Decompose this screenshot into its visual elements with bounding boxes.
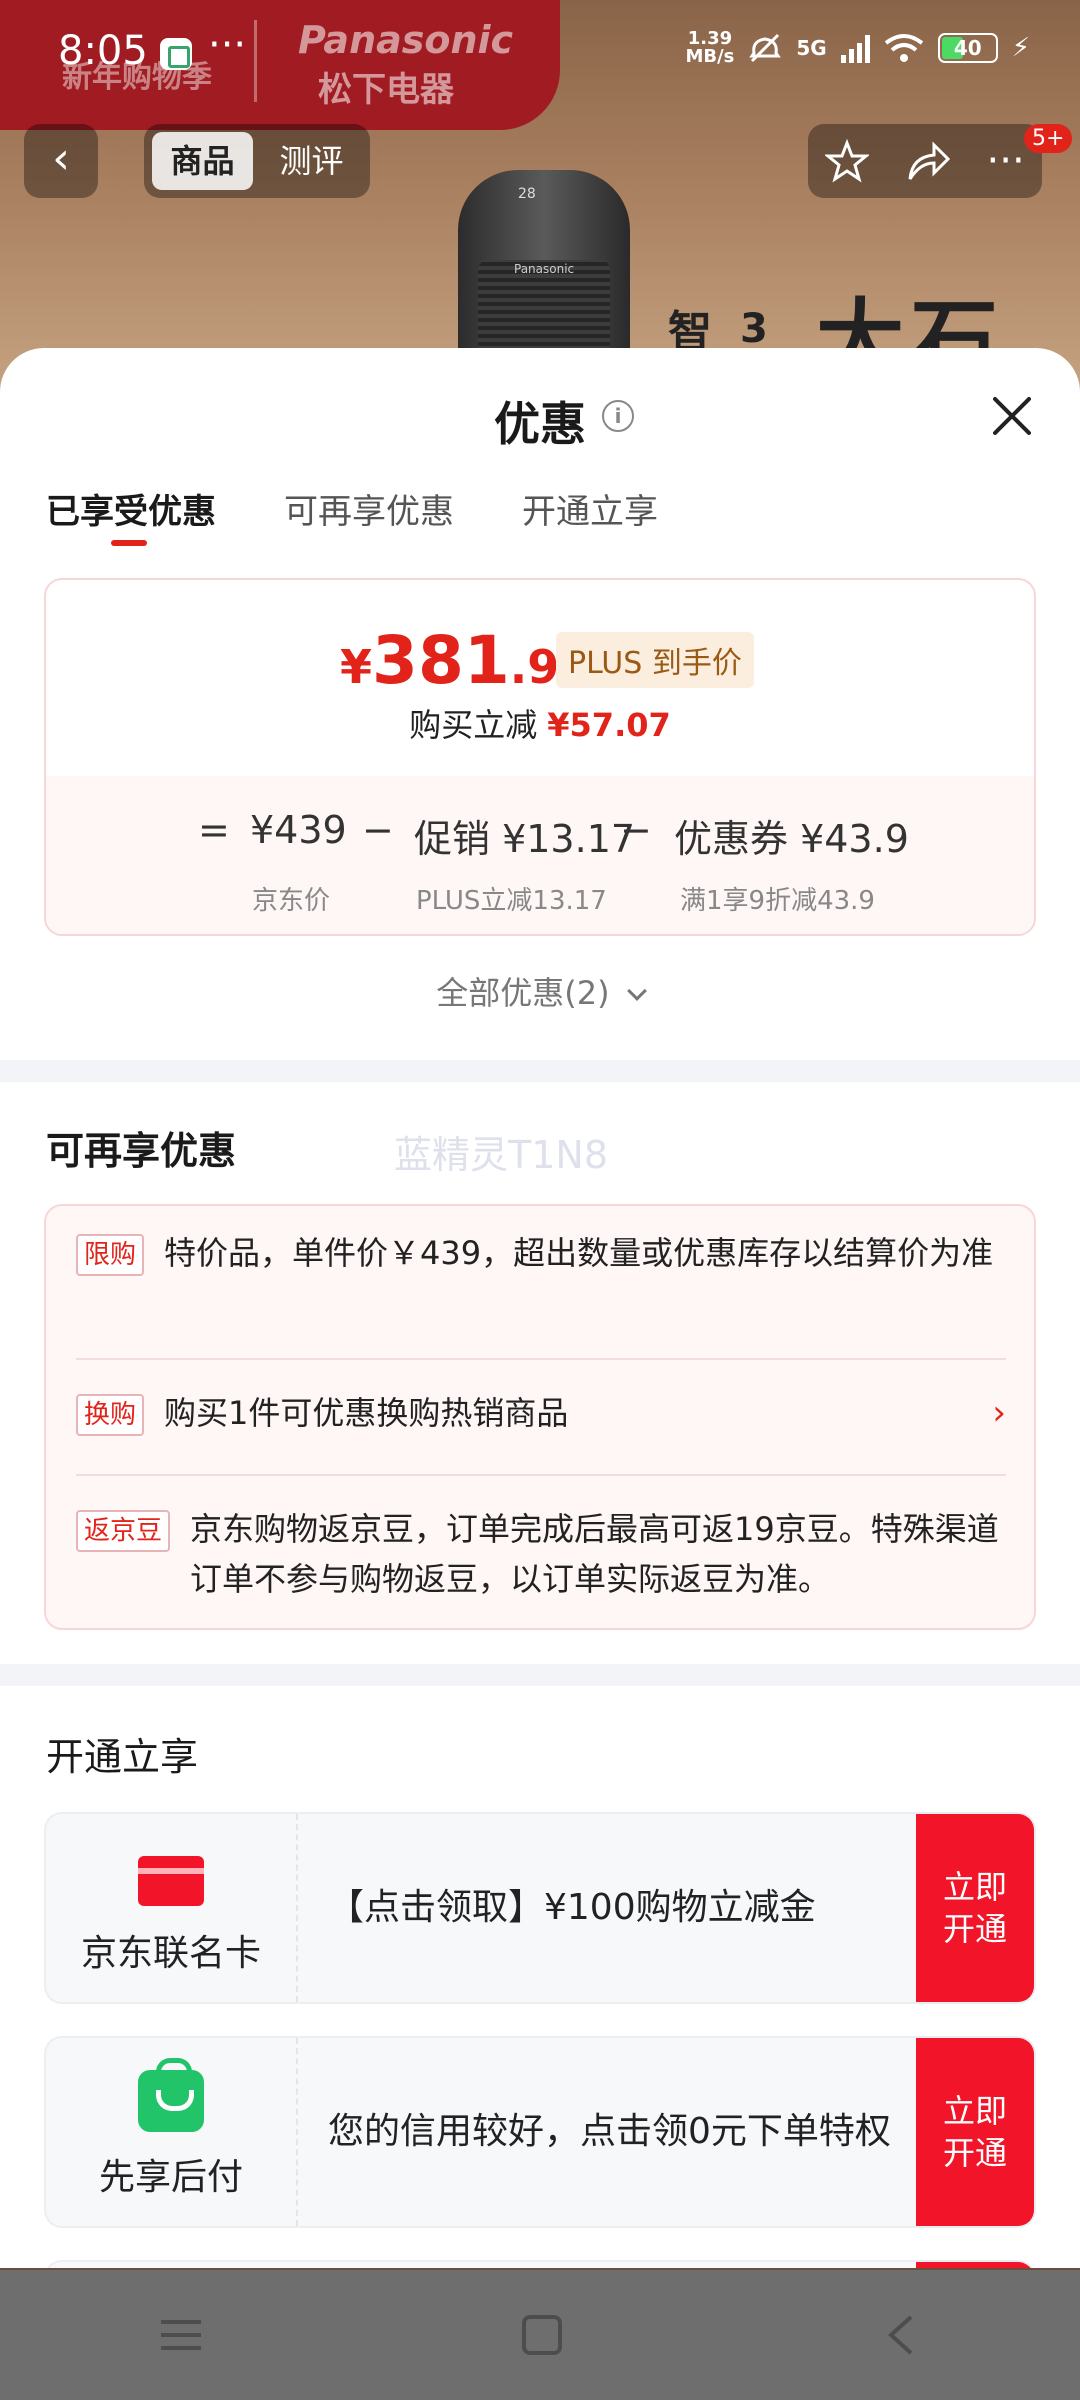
limit-tag: 限购 bbox=[76, 1234, 145, 1276]
product-display: 28 bbox=[518, 186, 536, 202]
tab-more-offers[interactable]: 可再享优惠 bbox=[284, 484, 454, 533]
network-speed: 1.39 MB/s bbox=[685, 28, 735, 67]
brand-name: Panasonic bbox=[298, 18, 514, 62]
banner-text: 3 bbox=[740, 306, 768, 352]
offer-description: 您的信用较好，点击领0元下单特权 bbox=[328, 2111, 891, 2152]
equals-sign: = bbox=[198, 808, 230, 852]
shopping-bag-icon bbox=[138, 2058, 204, 2132]
offer-text: 特价品，单件价￥439，超出数量或优惠库存以结算价为准 bbox=[164, 1234, 994, 1272]
minus-sign: − bbox=[362, 808, 394, 852]
favorite-star-icon[interactable] bbox=[825, 139, 870, 183]
more-notifications-icon: ··· bbox=[208, 22, 247, 68]
chevron-down-icon bbox=[626, 981, 647, 1001]
home-app-icon bbox=[160, 38, 192, 70]
cell-signal-icon bbox=[840, 33, 870, 63]
notification-badge: 5+ bbox=[1024, 124, 1073, 153]
status-indicators: 1.39 MB/s 5G 40 ⚡ bbox=[685, 30, 1030, 66]
item-divider bbox=[76, 1474, 1006, 1476]
minus-sign: − bbox=[620, 808, 652, 852]
plus-price-tag: PLUS 到手价 bbox=[556, 632, 754, 688]
discount-sheet: 优惠 i 已享受优惠 可再享优惠 开通立享 ¥381.93 PLUS 到手价 购… bbox=[0, 348, 1080, 2268]
charging-icon: ⚡ bbox=[1011, 33, 1030, 63]
mute-icon bbox=[749, 33, 782, 63]
final-price: ¥381.93 bbox=[340, 622, 592, 699]
sheet-title: 优惠 bbox=[494, 397, 586, 451]
back-button[interactable]: ‹ bbox=[24, 124, 98, 198]
action-group: ··· bbox=[808, 124, 1042, 198]
signal-type: 5G bbox=[796, 36, 827, 60]
open-now-button[interactable]: 立即开通 bbox=[916, 1814, 1034, 2002]
open-now-button[interactable] bbox=[916, 2262, 1034, 2268]
jd-beans-tag: 返京豆 bbox=[76, 1510, 171, 1552]
card-name: 先享后付 bbox=[98, 2157, 243, 2198]
pay-later-offer[interactable]: 先享后付 您的信用较好，点击领0元下单特权 立即开通 bbox=[44, 2036, 1036, 2228]
battery-icon: 40 bbox=[937, 33, 998, 63]
offer-item-exchange[interactable]: 换购 购买1件可优惠换购热销商品 › bbox=[76, 1388, 1006, 1444]
discount-tabs: 已享受优惠 可再享优惠 开通立享 bbox=[46, 484, 658, 546]
card-brand: 京东联名卡 bbox=[46, 1814, 298, 2002]
jd-price: ¥439 bbox=[250, 808, 347, 852]
open-now-button[interactable]: 立即开通 bbox=[916, 2038, 1034, 2226]
system-navigation-bar bbox=[0, 2270, 1080, 2400]
status-time: 8:05 bbox=[58, 28, 148, 74]
card-name: 京东联名卡 bbox=[80, 1933, 261, 1974]
jd-co-branded-card-offer[interactable]: 京东联名卡 【点击领取】¥100购物立减金 立即开通 bbox=[44, 1812, 1036, 2004]
home-icon[interactable] bbox=[521, 2315, 562, 2355]
more-offers-list: 限购 特价品，单件价￥439，超出数量或优惠库存以结算价为准 换购 购买1件可优… bbox=[44, 1204, 1036, 1630]
offer-item-limit: 限购 特价品，单件价￥439，超出数量或优惠库存以结算价为准 bbox=[76, 1228, 1006, 1328]
item-divider bbox=[76, 1358, 1006, 1360]
offer-item-jd-beans: 返京豆 京东购物返京豆，订单完成后最高可返19京豆。特殊渠道订单不参与购物返豆，… bbox=[76, 1504, 1006, 1604]
close-icon[interactable] bbox=[984, 388, 1040, 444]
page-tabs: 商品 测评 bbox=[144, 124, 370, 198]
tab-review[interactable]: 测评 bbox=[261, 132, 362, 190]
promo-discount: 促销 ¥13.17 bbox=[414, 817, 636, 861]
tab-open-now[interactable]: 开通立享 bbox=[522, 484, 658, 533]
all-offers-toggle[interactable]: 全部优惠(2) bbox=[0, 968, 1080, 1014]
brand-name-cn: 松下电器 bbox=[318, 70, 454, 110]
info-icon[interactable]: i bbox=[602, 400, 634, 432]
next-offer-card[interactable] bbox=[44, 2260, 1036, 2268]
more-offers-title: 可再享优惠 bbox=[46, 1129, 237, 1173]
credit-card-icon bbox=[138, 1856, 204, 1906]
card-brand: 先享后付 bbox=[46, 2038, 298, 2226]
section-divider bbox=[0, 1060, 1080, 1082]
offer-description: 【点击领取】¥100购物立减金 bbox=[328, 1887, 816, 1928]
section-divider bbox=[0, 1664, 1080, 1686]
wifi-icon bbox=[884, 34, 923, 62]
back-icon[interactable] bbox=[883, 2313, 919, 2357]
more-menu-icon[interactable]: ··· bbox=[987, 138, 1025, 184]
coupon-label: 满1享9折减43.9 bbox=[680, 886, 875, 916]
coupon-discount: 优惠券 ¥43.9 bbox=[674, 817, 909, 861]
open-now-title: 开通立享 bbox=[46, 1735, 199, 1779]
recent-apps-icon[interactable] bbox=[160, 2320, 201, 2350]
offer-text: 京东购物返京豆，订单完成后最高可返19京豆。特殊渠道订单不参与购物返豆，以订单实… bbox=[190, 1510, 999, 1598]
final-price-card: ¥381.93 PLUS 到手价 购买立减 ¥57.07 = ¥439 京东价 −… bbox=[44, 578, 1036, 936]
product-logo: Panasonic bbox=[514, 262, 575, 276]
brand-divider bbox=[254, 20, 257, 102]
chevron-right-icon: › bbox=[992, 1393, 1006, 1433]
exchange-tag: 换购 bbox=[76, 1394, 145, 1436]
tab-enjoyed-offers[interactable]: 已享受优惠 bbox=[46, 484, 216, 546]
jd-price-label: 京东价 bbox=[252, 886, 331, 916]
total-reduction: 购买立减 ¥57.07 bbox=[409, 706, 671, 744]
tab-product[interactable]: 商品 bbox=[152, 132, 253, 190]
promo-label: PLUS立减13.17 bbox=[416, 886, 607, 916]
offer-text: 购买1件可优惠换购热销商品 bbox=[164, 1394, 569, 1432]
watermark: 蓝精灵T1N8 bbox=[394, 1133, 608, 1177]
share-icon[interactable] bbox=[904, 139, 952, 183]
